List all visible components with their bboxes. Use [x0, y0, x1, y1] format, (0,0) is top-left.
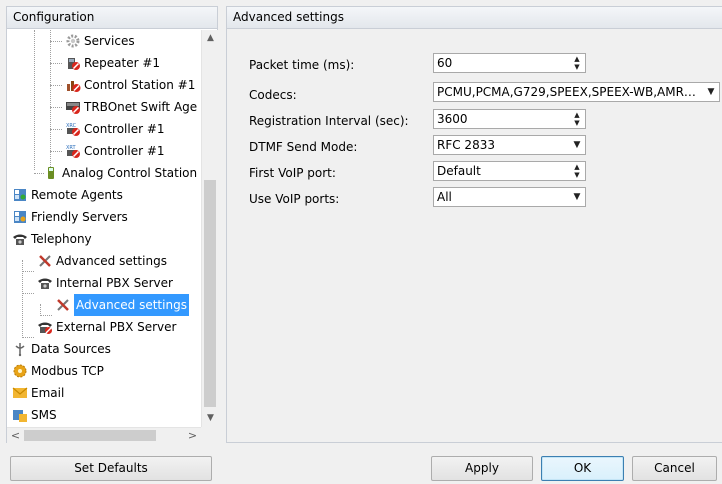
scroll-up-icon[interactable]: ▲	[202, 30, 219, 47]
horizontal-scrollbar-thumb[interactable]	[24, 430, 156, 441]
codecs-dropdown[interactable]: PCMU,PCMA,G729,SPEEX,SPEEX-WB,AMR… ▼	[433, 82, 720, 102]
tree-item-email[interactable]: Email	[11, 382, 64, 404]
spinner-arrows-icon[interactable]: ▲ ▼	[569, 110, 585, 128]
tree-item-controller-xrc[interactable]: XRC Controller #1	[64, 118, 165, 140]
tree-item-friendly-servers[interactable]: Friendly Servers	[11, 206, 128, 228]
repeater-icon	[64, 54, 82, 72]
configuration-header: Configuration	[7, 7, 217, 29]
tree-item-internal-pbx-server[interactable]: Internal PBX Server	[36, 272, 173, 294]
dtmf-send-mode-label: DTMF Send Mode:	[249, 140, 358, 154]
tree-item-data-sources[interactable]: Data Sources	[11, 338, 111, 360]
tree-item-telephony-advanced-settings[interactable]: Advanced settings	[36, 250, 167, 272]
dtmf-send-mode-dropdown[interactable]: RFC 2833 ▼	[433, 135, 586, 155]
first-voip-port-spinner[interactable]: Default ▲ ▼	[433, 161, 586, 181]
xrc-controller-icon: XRC	[64, 120, 82, 138]
tree-item-analog-control-station[interactable]: Analog Control Station	[42, 162, 197, 184]
use-voip-ports-label: Use VoIP ports:	[249, 192, 340, 206]
tools-icon	[54, 296, 72, 314]
swift-agent-icon	[64, 98, 82, 116]
scroll-left-icon[interactable]: <	[7, 428, 24, 444]
spinner-arrows-icon[interactable]: ▲ ▼	[569, 162, 585, 180]
tree-horizontal-scrollbar[interactable]: < >	[7, 427, 201, 443]
tree-item-controller-xrt[interactable]: XRT Controller #1	[64, 140, 165, 162]
apply-button[interactable]: Apply	[431, 456, 533, 481]
registration-interval-label: Registration Interval (sec):	[249, 114, 409, 128]
spinner-arrows-icon[interactable]: ▲ ▼	[569, 54, 585, 72]
friendly-servers-icon	[11, 208, 29, 226]
packet-time-label: Packet time (ms):	[249, 58, 355, 72]
use-voip-ports-dropdown[interactable]: All ▼	[433, 187, 586, 207]
tree-item-services[interactable]: Services	[64, 30, 135, 52]
set-defaults-button[interactable]: Set Defaults	[10, 456, 212, 481]
tree-item-swift-agent[interactable]: TRBOnet Swift Age	[64, 96, 197, 118]
scroll-right-icon[interactable]: >	[184, 428, 201, 444]
cancel-button[interactable]: Cancel	[632, 456, 717, 481]
tools-icon	[36, 252, 54, 270]
remote-agents-icon	[11, 186, 29, 204]
configuration-tree: Services Repeater #1 Control Station #1 …	[7, 30, 201, 427]
chevron-down-icon[interactable]: ▼	[703, 83, 719, 101]
analog-station-icon	[42, 164, 60, 182]
tree-item-internal-pbx-advanced-settings[interactable]: Advanced settings	[54, 294, 189, 316]
sms-icon	[11, 406, 29, 424]
advanced-settings-panel: Advanced settings Packet time (ms): 60 ▲…	[226, 6, 722, 443]
scroll-down-icon[interactable]: ▼	[202, 410, 219, 427]
codecs-label: Codecs:	[249, 88, 297, 102]
data-sources-icon	[11, 340, 29, 358]
first-voip-port-label: First VoIP port:	[249, 166, 336, 180]
configuration-panel: Configuration Services Repeater #1 Contr…	[6, 6, 218, 443]
email-icon	[11, 384, 29, 402]
tree-item-sms[interactable]: SMS	[11, 404, 57, 426]
tree-item-external-pbx-server[interactable]: External PBX Server	[36, 316, 176, 338]
xrt-controller-icon: XRT	[64, 142, 82, 160]
external-pbx-icon	[36, 318, 54, 336]
tree-item-telephony[interactable]: Telephony	[11, 228, 92, 250]
chevron-down-icon[interactable]: ▼	[569, 188, 585, 206]
tree-item-control-station[interactable]: Control Station #1	[64, 74, 195, 96]
tree-item-modbus-tcp[interactable]: Modbus TCP	[11, 360, 104, 382]
telephone-icon	[11, 230, 29, 248]
registration-interval-spinner[interactable]: 3600 ▲ ▼	[433, 109, 586, 129]
gear-icon	[64, 32, 82, 50]
telephone-icon	[36, 274, 54, 292]
modbus-icon	[11, 362, 29, 380]
ok-button[interactable]: OK	[541, 456, 624, 481]
scrollbar-corner	[201, 427, 218, 443]
tree-item-repeater[interactable]: Repeater #1	[64, 52, 160, 74]
scrollbar-thumb[interactable]	[204, 180, 216, 407]
packet-time-spinner[interactable]: 60 ▲ ▼	[433, 53, 586, 73]
tree-vertical-scrollbar[interactable]: ▲ ▼	[201, 30, 218, 427]
tree-item-remote-agents[interactable]: Remote Agents	[11, 184, 123, 206]
control-station-icon	[64, 76, 82, 94]
chevron-down-icon[interactable]: ▼	[569, 136, 585, 154]
advanced-settings-header: Advanced settings	[227, 7, 722, 29]
